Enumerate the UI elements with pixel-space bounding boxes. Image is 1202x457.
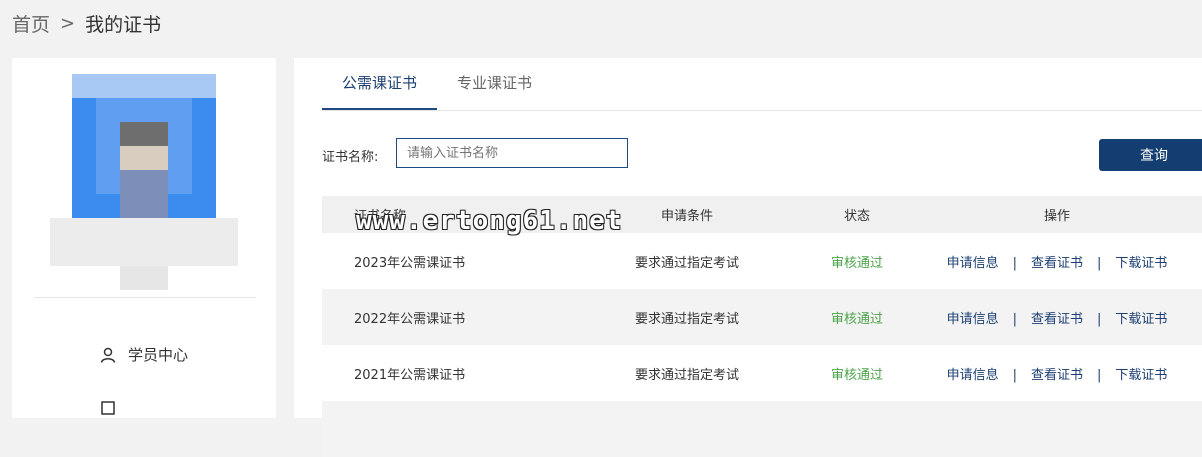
row-actions: 申请信息 | 查看证书 | 下载证书 [912, 308, 1202, 327]
certificate-panel: 公需课证书 专业课证书 证书名称: 查询 证书名称 申请条件 状态 操作 202… [294, 58, 1202, 457]
breadcrumb: 首页 > 我的证书 [12, 10, 161, 37]
table-row: 2021年公需课证书 要求通过指定考试 审核通过 申请信息 | 查看证书 | 下载证书 [322, 345, 1202, 401]
download-cert-link[interactable]: 下载证书 [1115, 312, 1167, 327]
action-separator: | [1012, 311, 1017, 327]
tab-bar: 公需课证书 专业课证书 [322, 58, 552, 110]
cert-name: 2021年公需课证书 [354, 367, 466, 383]
avatar [72, 74, 216, 218]
tabs-underline [322, 110, 1202, 111]
cert-name-input[interactable] [396, 138, 628, 168]
action-separator: | [1097, 367, 1102, 383]
download-cert-link[interactable]: 下载证书 [1115, 256, 1167, 271]
user-icon [100, 347, 116, 363]
view-cert-link[interactable]: 查看证书 [1031, 256, 1083, 271]
apply-info-link[interactable]: 申请信息 [947, 368, 999, 383]
action-separator: | [1012, 367, 1017, 383]
status-badge: 审核通过 [830, 367, 883, 383]
watermark: www.ertong61.net [356, 206, 623, 236]
action-separator: | [1012, 255, 1017, 271]
query-button[interactable]: 查询 [1099, 139, 1202, 171]
sidebar-item-label: 学员中心 [128, 346, 189, 364]
sidebar-item-next[interactable] [100, 400, 116, 416]
row-actions: 申请信息 | 查看证书 | 下载证书 [912, 364, 1202, 383]
user-name-blurred [50, 218, 238, 266]
breadcrumb-home-link[interactable]: 首页 [12, 10, 50, 37]
user-info-blurred [120, 266, 168, 290]
table-row: 2023年公需课证书 要求通过指定考试 审核通过 申请信息 | 查看证书 | 下载证书 [322, 233, 1202, 289]
tab-public-course-cert[interactable]: 公需课证书 [322, 58, 438, 110]
row-actions: 申请信息 | 查看证书 | 下载证书 [912, 252, 1202, 271]
header-status: 状态 [843, 209, 870, 224]
table-row: 2022年公需课证书 要求通过指定考试 审核通过 申请信息 | 查看证书 | 下载证书 [322, 289, 1202, 345]
document-icon [101, 401, 115, 415]
breadcrumb-current: 我的证书 [85, 14, 162, 36]
view-cert-link[interactable]: 查看证书 [1031, 368, 1083, 383]
cert-condition: 要求通过指定考试 [634, 255, 739, 271]
download-cert-link[interactable]: 下载证书 [1115, 368, 1167, 383]
cert-condition: 要求通过指定考试 [634, 311, 739, 327]
cert-name-label: 证书名称: [322, 150, 379, 165]
table-row-partial [322, 401, 1202, 457]
sidebar-item-student-center[interactable]: 学员中心 [100, 344, 188, 365]
divider [34, 297, 256, 298]
action-separator: | [1097, 255, 1102, 271]
view-cert-link[interactable]: 查看证书 [1031, 312, 1083, 327]
cert-name: 2023年公需课证书 [354, 255, 466, 271]
tab-professional-course-cert[interactable]: 专业课证书 [437, 58, 552, 110]
profile-sidebar: 学员中心 [12, 58, 276, 418]
apply-info-link[interactable]: 申请信息 [947, 256, 999, 271]
breadcrumb-separator: > [60, 13, 76, 34]
action-separator: | [1097, 311, 1102, 327]
cert-condition: 要求通过指定考试 [634, 367, 739, 383]
status-badge: 审核通过 [830, 255, 883, 271]
status-badge: 审核通过 [830, 311, 883, 327]
apply-info-link[interactable]: 申请信息 [947, 312, 999, 327]
header-actions: 操作 [1043, 209, 1070, 224]
cert-name: 2022年公需课证书 [354, 311, 466, 327]
